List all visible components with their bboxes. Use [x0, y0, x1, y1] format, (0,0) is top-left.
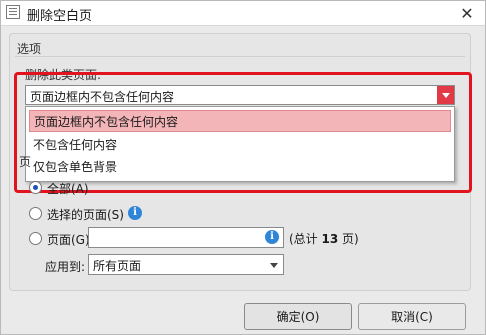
apply-to-select[interactable]: 所有页面 — [88, 254, 284, 275]
page-range-label-partial: 页 — [19, 155, 32, 169]
total-suffix: 页) — [338, 232, 359, 246]
radio-all-label[interactable]: 全部(A) — [47, 180, 89, 197]
title-bar[interactable]: 删除空白页 ✕ — [1, 1, 485, 26]
chevron-down-icon — [270, 263, 278, 268]
section-divider — [15, 56, 465, 57]
app-icon — [6, 5, 20, 19]
total-prefix: (总计 — [289, 232, 322, 246]
radio-pages[interactable] — [29, 232, 42, 245]
page-range-input[interactable] — [88, 227, 284, 248]
cancel-button[interactable]: 取消(C) — [358, 303, 466, 330]
radio-all-pages[interactable] — [29, 181, 42, 194]
ok-button[interactable]: 确定(O) — [244, 303, 352, 330]
info-icon[interactable]: i — [128, 206, 142, 220]
window-title: 删除空白页 — [27, 9, 93, 24]
highlight-frame — [14, 72, 472, 193]
total-count: 13 — [321, 232, 339, 246]
close-icon: ✕ — [460, 3, 474, 23]
apply-to-value: 所有页面 — [93, 259, 142, 273]
apply-to-label: 应用到: — [45, 260, 86, 274]
radio-selected-pages[interactable] — [29, 207, 42, 220]
close-button[interactable]: ✕ — [449, 1, 485, 25]
radio-selected-label[interactable]: 选择的页面(S) — [47, 206, 124, 223]
radio-pages-label[interactable]: 页面(G) — [47, 231, 90, 248]
total-pages-text: (总计 13 页) — [289, 230, 359, 247]
options-section-label: 选项 — [17, 42, 42, 56]
info-icon[interactable]: i — [265, 230, 279, 244]
dialog-window: 删除空白页 ✕ 选项 删除此类页面: 页面边框内不包含任何内容 页面边框内不包含… — [0, 0, 486, 335]
